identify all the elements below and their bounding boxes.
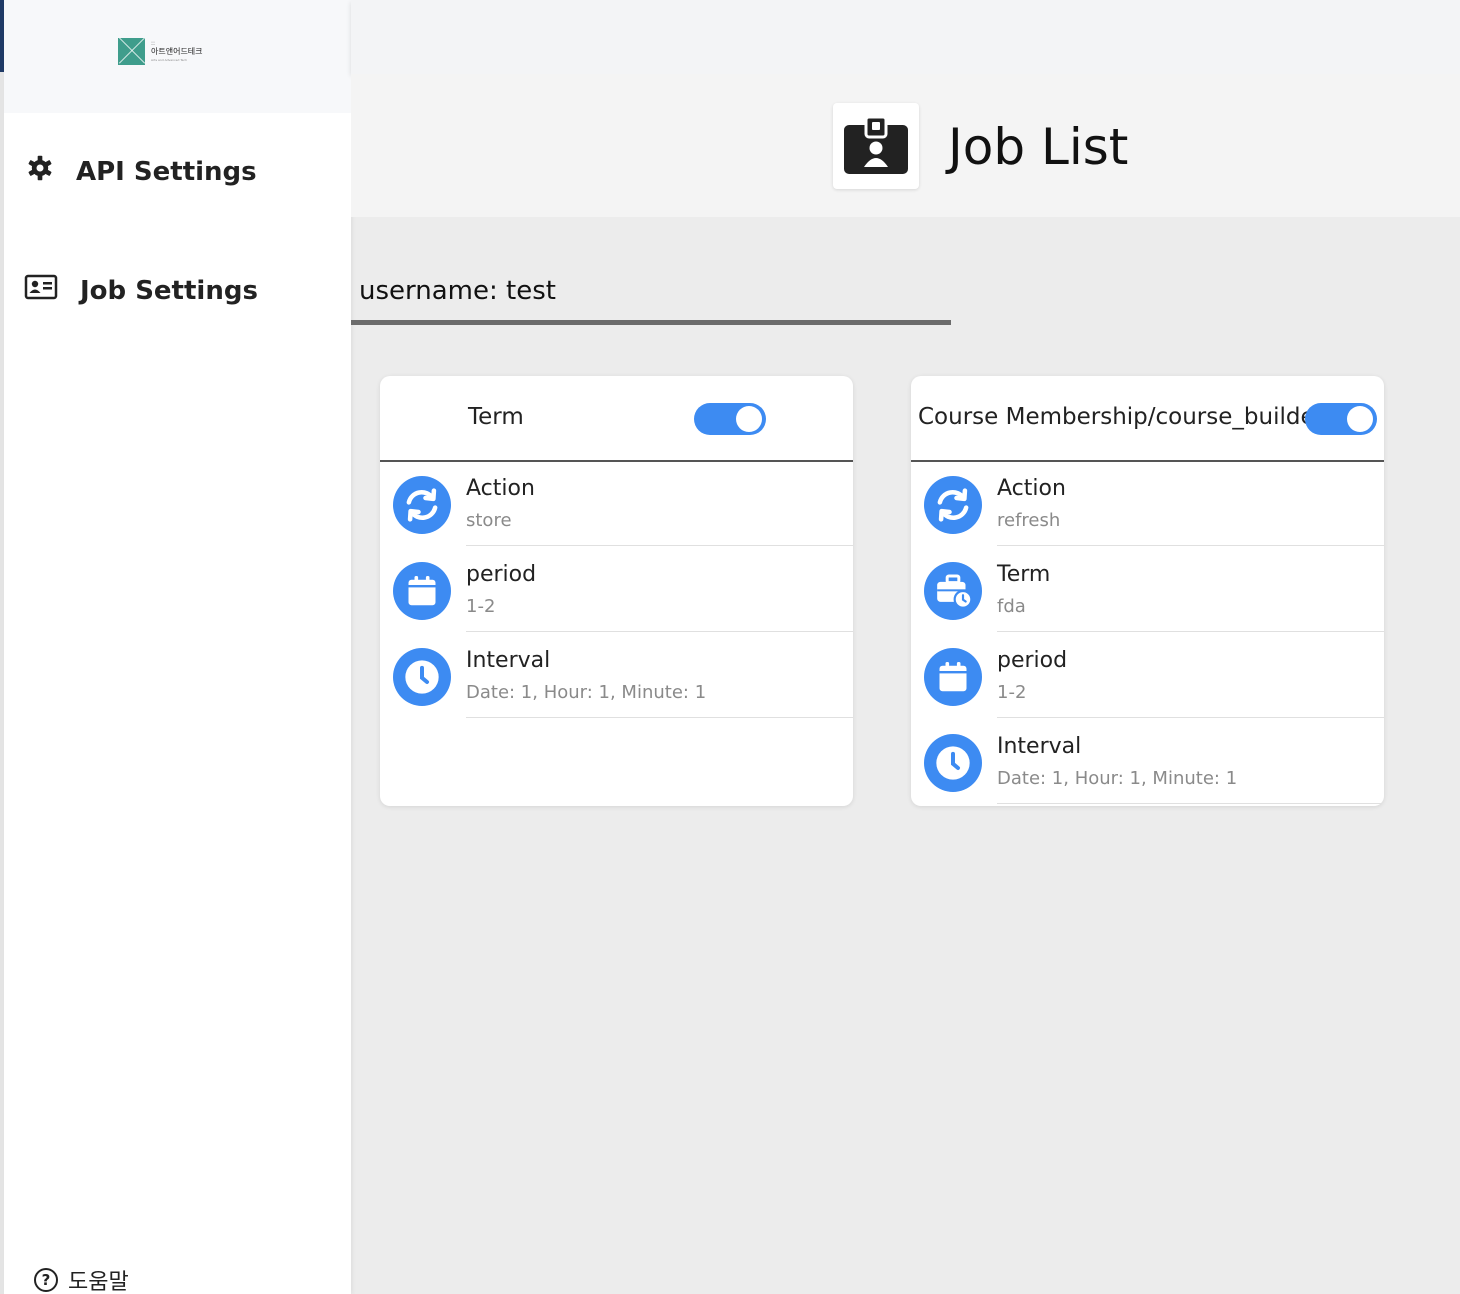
gear-icon <box>26 154 54 189</box>
job-card-header: Term <box>380 376 853 462</box>
sidebar-item-api-settings[interactable]: API Settings <box>26 154 257 189</box>
job-detail-text: Interval Date: 1, Hour: 1, Minute: 1 <box>466 634 853 718</box>
job-detail-label: period <box>466 562 537 587</box>
job-detail-row: Action store <box>380 462 853 548</box>
job-enabled-toggle[interactable] <box>1305 403 1377 435</box>
job-detail-text: Interval Date: 1, Hour: 1, Minute: 1 <box>997 720 1384 804</box>
id-card-icon <box>24 274 58 307</box>
logo-subtitle: Arts and Advanced Tech <box>151 58 188 62</box>
job-detail-row: Interval Date: 1, Hour: 1, Minute: 1 <box>911 720 1384 806</box>
logo-mark <box>118 38 145 65</box>
job-card: Term Action store period 1-2 Interval Da… <box>380 376 853 806</box>
sidebar-item-job-settings[interactable]: Job Settings <box>24 274 258 307</box>
clock-icon <box>924 734 982 792</box>
job-detail-text: Action refresh <box>997 462 1384 546</box>
job-card-title: Term <box>468 404 524 430</box>
username-text: username: test <box>359 276 556 306</box>
job-detail-text: period 1-2 <box>466 548 853 632</box>
briefcase-clock-icon <box>924 562 982 620</box>
help-link[interactable]: ? 도움말 <box>34 1264 129 1294</box>
refresh-icon <box>393 476 451 534</box>
job-card: Course Membership/course_builder Action … <box>911 376 1384 806</box>
job-detail-text: period 1-2 <box>997 634 1384 718</box>
refresh-icon <box>924 476 982 534</box>
sidebar-item-label: Job Settings <box>80 275 258 306</box>
job-detail-text: Action store <box>466 462 853 546</box>
job-detail-text: Term fda <box>997 548 1384 632</box>
job-detail-label: Interval <box>466 648 551 673</box>
job-detail-row: period 1-2 <box>911 634 1384 720</box>
calendar-icon <box>393 562 451 620</box>
job-enabled-toggle[interactable] <box>694 403 766 435</box>
job-card-header: Course Membership/course_builder <box>911 376 1384 462</box>
help-icon: ? <box>34 1268 58 1292</box>
job-detail-value: fda <box>997 596 1026 617</box>
page-title: Job List <box>948 118 1129 176</box>
logo-area: :: 아트앤어드테크 Arts and Advanced Tech <box>4 0 351 113</box>
logo-name: 아트앤어드테크 <box>151 47 203 56</box>
job-detail-label: Action <box>997 476 1066 501</box>
job-card-title: Course Membership/course_builder <box>918 404 1325 430</box>
job-detail-row: Interval Date: 1, Hour: 1, Minute: 1 <box>380 634 853 720</box>
help-label: 도움말 <box>68 1270 129 1294</box>
job-detail-row: period 1-2 <box>380 548 853 634</box>
job-detail-label: Interval <box>997 734 1082 759</box>
sidebar: :: 아트앤어드테크 Arts and Advanced Tech API Se… <box>4 0 351 1294</box>
job-detail-label: Term <box>997 562 1051 587</box>
job-detail-row: Term fda <box>911 548 1384 634</box>
job-detail-value: refresh <box>997 510 1061 531</box>
calendar-icon <box>924 648 982 706</box>
logo-text: :: 아트앤어드테크 Arts and Advanced Tech <box>151 41 203 62</box>
job-detail-value: 1-2 <box>466 596 496 617</box>
job-detail-label: Action <box>466 476 535 501</box>
sidebar-item-label: API Settings <box>76 156 257 187</box>
job-detail-value: store <box>466 510 512 531</box>
job-detail-label: period <box>997 648 1068 673</box>
top-bar <box>351 0 1460 74</box>
logo[interactable]: :: 아트앤어드테크 Arts and Advanced Tech <box>118 38 203 65</box>
job-detail-value: 1-2 <box>997 682 1027 703</box>
clock-icon <box>393 648 451 706</box>
toggle-knob <box>736 406 762 432</box>
job-detail-value: Date: 1, Hour: 1, Minute: 1 <box>997 768 1238 789</box>
page-header: Job List <box>351 74 1460 217</box>
username-bar: username: test <box>351 270 951 325</box>
id-badge-icon <box>833 103 919 189</box>
job-detail-row: Action refresh <box>911 462 1384 548</box>
job-detail-value: Date: 1, Hour: 1, Minute: 1 <box>466 682 707 703</box>
toggle-knob <box>1347 406 1373 432</box>
